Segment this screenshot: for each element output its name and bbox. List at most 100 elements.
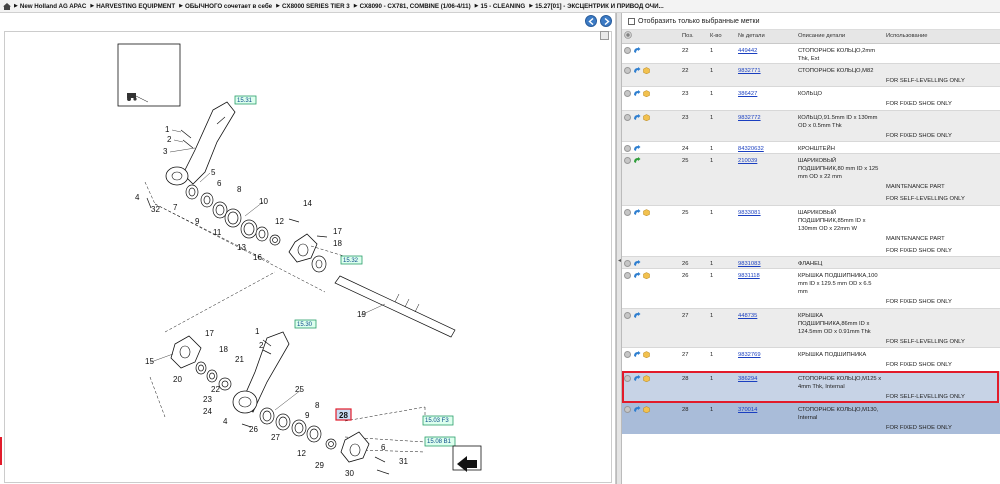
part-number-link[interactable]: 9833081	[738, 210, 761, 216]
diagram-scroll-button[interactable]	[600, 31, 609, 40]
info-circle-icon[interactable]	[624, 311, 631, 319]
ref-box-15-08[interactable]: 15.08 B1	[424, 436, 456, 447]
package-icon[interactable]	[643, 208, 650, 216]
ref-box-15-32[interactable]: 15.32	[340, 255, 363, 265]
next-page-button[interactable]	[600, 15, 612, 27]
row-pos: 22	[680, 62, 708, 75]
part-number-link[interactable]: 210039	[738, 158, 757, 164]
info-circle-icon[interactable]	[624, 157, 631, 164]
part-number-link[interactable]: 9831118	[738, 273, 760, 279]
add-to-cart-icon[interactable]	[633, 374, 641, 382]
add-to-cart-icon[interactable]	[633, 46, 641, 54]
package-icon[interactable]	[643, 113, 650, 121]
info-circle-icon[interactable]	[624, 374, 631, 382]
part-number-link[interactable]: 9832769	[738, 352, 761, 358]
add-to-cart-icon[interactable]	[633, 208, 641, 216]
breadcrumb-item-type[interactable]: ОБЫЧНОГО сочетает в себе	[185, 3, 272, 10]
part-number-link[interactable]: 9831083	[738, 261, 761, 267]
breadcrumb-item-category[interactable]: HARVESTING EQUIPMENT	[96, 3, 175, 10]
header-pos[interactable]: Поз.	[680, 30, 708, 44]
previous-page-button[interactable]	[585, 15, 597, 27]
ref-box-15-30[interactable]: 15.30	[294, 319, 317, 329]
row-usage	[884, 256, 1000, 269]
row-icons-cell	[622, 256, 680, 269]
header-qty[interactable]: К-во	[708, 30, 736, 44]
exploded-diagram[interactable]: 15.31 15.32 15.30 15.03 F3 15.08 B1 28 1…	[4, 31, 612, 483]
info-circle-icon[interactable]	[624, 90, 631, 97]
info-circle-icon[interactable]	[624, 113, 631, 121]
table-row[interactable]: 25 1 210039 ШАРИКОВЫЙ ПОДШИПНИК,80 mm ID x …	[622, 153, 1000, 181]
row-part-cell: 386427	[736, 86, 796, 98]
show-selected-only-checkbox[interactable]	[628, 17, 635, 25]
header-part[interactable]: № детали	[736, 30, 796, 44]
table-row[interactable]: 25 1 9833081 ШАРИКОВЫЙ ПОДШИПНИК,85mm ID x …	[622, 204, 1000, 233]
part-number-link[interactable]: 386294	[738, 376, 757, 382]
add-to-cart-icon[interactable]	[633, 145, 641, 152]
package-icon[interactable]	[643, 66, 650, 74]
part-number-link[interactable]: 9832771	[738, 68, 761, 74]
info-circle-icon[interactable]	[624, 406, 631, 413]
part-number-link[interactable]: 448735	[738, 313, 757, 319]
show-selected-only-label[interactable]: Отобразить только выбранные метки	[638, 18, 759, 25]
part-number-link[interactable]: 9832772	[738, 115, 761, 121]
breadcrumb-item-series[interactable]: CX8000 SERIES TIER 3	[282, 3, 350, 10]
breadcrumb-item-model[interactable]: CX8090 - CX781, COMBINE (1/06-4/11)	[360, 3, 471, 10]
ref-box-15-03[interactable]: 15.03 F3	[422, 415, 454, 426]
add-to-cart-icon[interactable]	[633, 90, 641, 97]
package-icon[interactable]	[643, 272, 650, 279]
add-to-cart-icon[interactable]	[633, 272, 641, 279]
breadcrumb-item-section[interactable]: 15 - CLEANING	[481, 3, 526, 10]
table-row[interactable]: 27 1 9832769 КРЫШКА ПОДШИПНИКА	[622, 347, 1000, 359]
table-row[interactable]: 22 1 9832771 СТОПОРНОЕ КОЛЬЦО,M82	[622, 62, 1000, 75]
header-usage[interactable]: Использование	[884, 30, 1000, 44]
table-row[interactable]: 24 1 84320632 КРОНШТЕЙН	[622, 141, 1000, 154]
callout-label: 25	[295, 385, 304, 394]
info-circle-icon[interactable]	[624, 260, 631, 267]
add-to-cart-icon[interactable]	[633, 66, 641, 74]
row-desc: ШАРИКОВЫЙ ПОДШИПНИК,85mm ID x 130mm OD x…	[796, 204, 884, 233]
add-to-cart-icon[interactable]	[633, 311, 641, 319]
info-circle-icon[interactable]	[624, 272, 631, 279]
info-circle-icon[interactable]	[624, 208, 631, 216]
table-row[interactable]: 22 1 449442 СТОПОРНОЕ КОЛЬЦО,2mm Thk, Ext	[622, 42, 1000, 63]
callout-label: 16	[253, 253, 262, 262]
table-row[interactable]: 27 1 448735 КРЫШКА ПОДШИПНИКА,86mm ID x 124…	[622, 307, 1000, 336]
add-to-cart-icon[interactable]	[633, 157, 641, 164]
home-icon[interactable]	[3, 2, 11, 10]
info-circle-icon[interactable]	[624, 46, 631, 54]
add-to-cart-icon[interactable]	[633, 351, 641, 358]
part-number-link[interactable]: 386427	[738, 91, 757, 97]
table-row[interactable]: 26 1 9831118 КРЫШКА ПОДШИПНИКА,100 mm ID x …	[622, 268, 1000, 296]
row-usage	[884, 347, 1000, 359]
next-diagram-icon[interactable]	[452, 445, 482, 472]
package-icon[interactable]	[643, 351, 650, 358]
part-number-link[interactable]: 84320632	[738, 146, 764, 152]
breadcrumb-item-brand[interactable]: New Holland AG APAC	[20, 3, 86, 10]
package-icon[interactable]	[643, 406, 650, 413]
package-icon[interactable]	[643, 90, 650, 97]
part-number-link[interactable]: 370014	[738, 407, 757, 413]
ref-box-15-31[interactable]: 15.31	[234, 95, 257, 105]
callout-label: 23	[203, 395, 212, 404]
breadcrumb-item-page[interactable]: 15.27[01] - ЭКСЦЕНТРИК И ПРИВОД ОЧИ...	[535, 3, 664, 10]
add-to-cart-icon[interactable]	[633, 406, 641, 413]
info-circle-icon[interactable]	[624, 351, 631, 358]
row-pos: 28	[680, 402, 708, 422]
plus-circle-icon[interactable]	[624, 31, 632, 40]
add-to-cart-icon[interactable]	[633, 113, 641, 121]
header-icon-cell	[622, 30, 680, 44]
table-row[interactable]: 23 1 386427 КОЛЬЦО	[622, 86, 1000, 98]
table-row[interactable]: 28 1 386294 СТОПОРНОЕ КОЛЬЦО,M125 x 4mm Thk…	[622, 370, 1000, 391]
add-to-cart-icon[interactable]	[633, 260, 641, 267]
diagram-svg[interactable]: 15.31 15.32 15.30 15.03 F3 15.08 B1 28 1…	[5, 32, 611, 482]
highlight-callout-28[interactable]: 28	[335, 408, 352, 421]
table-row[interactable]: 23 1 9832772 КОЛЬЦО,91.5mm ID x 130mm OD x …	[622, 109, 1000, 130]
info-circle-icon[interactable]	[624, 66, 631, 74]
table-row[interactable]: 28 1 370014 СТОПОРНОЕ КОЛЬЦО,M130, Internal	[622, 402, 1000, 422]
table-row[interactable]: 26 1 9831083 ФЛАНЕЦ	[622, 256, 1000, 269]
info-circle-icon[interactable]	[624, 145, 631, 152]
part-number-link[interactable]: 449442	[738, 48, 757, 54]
breadcrumb-arrow-icon: ▶	[474, 3, 479, 9]
package-icon[interactable]	[643, 374, 650, 382]
header-desc[interactable]: Описание детали	[796, 30, 884, 44]
